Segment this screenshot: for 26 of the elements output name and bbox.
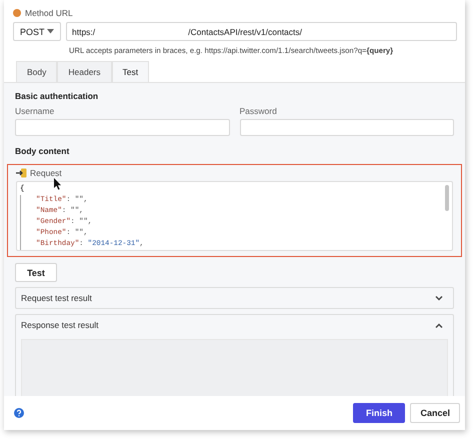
password-label: Password <box>240 106 278 116</box>
tab[interactable]: Body <box>16 61 58 82</box>
accordion-title[interactable]: Request test result <box>21 293 92 303</box>
username-field[interactable] <box>15 119 230 136</box>
tab[interactable]: Test <box>112 61 150 82</box>
scrollbar-thumb[interactable] <box>445 185 449 211</box>
chevron-down-icon[interactable] <box>435 296 443 300</box>
section-title: Body content <box>15 146 70 156</box>
url-field[interactable]: https:/ /ContactsAPI/rest/v1/contacts/ <box>66 22 457 41</box>
method-dropdown[interactable]: POST <box>13 22 61 41</box>
username-label: Username <box>15 106 56 116</box>
status-dot-icon <box>13 9 21 17</box>
chevron-up-icon[interactable] <box>435 322 443 328</box>
caret-icon <box>47 29 54 34</box>
tab[interactable]: Headers <box>57 61 112 82</box>
help-icon[interactable] <box>14 408 24 418</box>
mouse-pointer-icon <box>54 178 62 190</box>
password-field[interactable] <box>240 119 454 136</box>
section-title: Basic authentication <box>15 91 100 101</box>
import-icon <box>16 168 27 178</box>
accordion-title[interactable]: Response test result <box>21 320 98 330</box>
cancel-button[interactable]: Cancel <box>410 403 460 423</box>
finish-button[interactable]: Finish <box>352 403 406 423</box>
request-label: Request <box>30 168 62 178</box>
test-button[interactable]: Test <box>15 263 57 282</box>
method-url-label: Method URL <box>25 8 73 18</box>
